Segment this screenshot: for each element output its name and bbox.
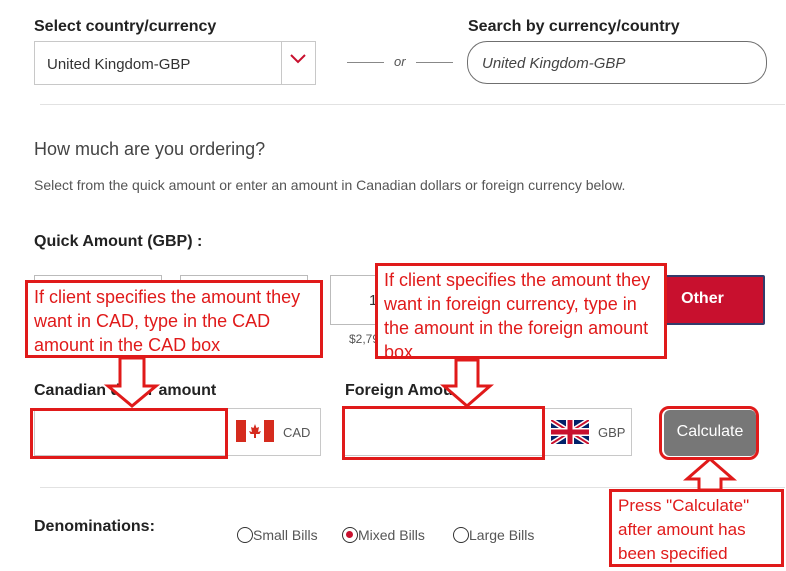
annotation-arrow-cad xyxy=(103,356,161,408)
annotation-arrow-foreign xyxy=(439,358,495,408)
annotation-arrow-calculate xyxy=(682,457,738,492)
annotation-calc-note: Press "Calculate" after amount has been … xyxy=(609,489,784,567)
annotation-arrows xyxy=(103,356,738,492)
